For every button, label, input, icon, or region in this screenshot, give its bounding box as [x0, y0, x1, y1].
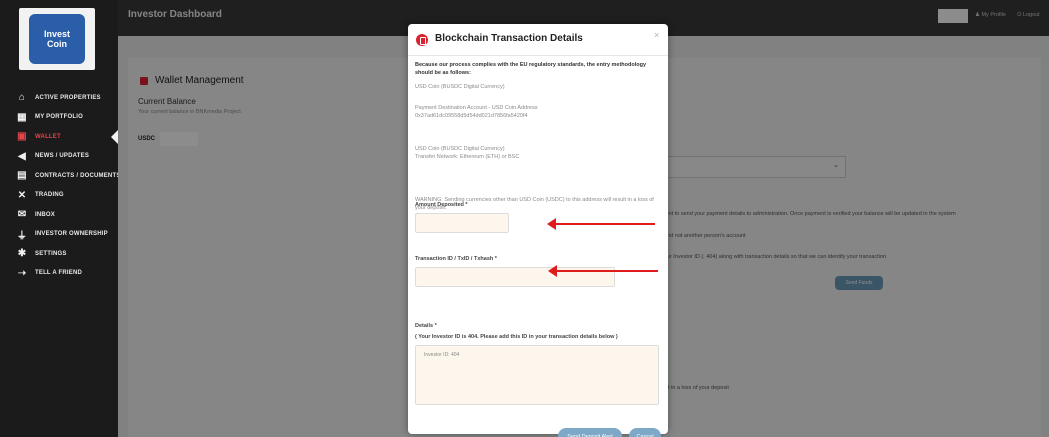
- mail-icon: ✉: [17, 209, 27, 221]
- sidebar: Invest Coin ⌂ Active Properties ▦ My Por…: [0, 0, 121, 437]
- active-caret-icon: [111, 130, 118, 144]
- bank-icon: ⌂: [18, 92, 26, 104]
- lock-icon: [416, 34, 428, 46]
- sidebar-item-label: Wallet: [35, 133, 61, 140]
- sidebar-item-contracts[interactable]: ▤ Contracts / Documents: [0, 166, 121, 186]
- close-icon[interactable]: ×: [654, 30, 659, 40]
- currency-line: USD Coin (BUSDC Digital Currency): [415, 84, 505, 90]
- sidebar-item-label: News / Updates: [35, 153, 90, 160]
- amount-label: Amount Deposited *: [415, 202, 468, 208]
- sidebar-item-label: Contracts / Documents: [35, 172, 121, 179]
- destination-address: 0x37ad61dc09558d5d54dd021d7856fa5420f4: [415, 113, 528, 119]
- sidebar-item-label: Tell a Friend: [35, 270, 83, 277]
- modal-intro: Because our process complies with the EU…: [415, 62, 647, 76]
- plug-icon: ⏚: [16, 230, 28, 242]
- gear-icon: ✱: [17, 248, 27, 260]
- megaphone-icon: ◀: [18, 150, 26, 162]
- sidebar-nav: ⌂ Active Properties ▦ My Portfolio ▣ Wal…: [0, 88, 121, 284]
- details-hint: ( Your Investor ID is 404. Please add th…: [415, 334, 618, 340]
- details-textarea[interactable]: Investor ID: 404: [415, 345, 659, 405]
- modal-title: Blockchain Transaction Details: [435, 33, 583, 44]
- sidebar-item-news[interactable]: ◀ News / Updates: [0, 147, 118, 167]
- sidebar-item-settings[interactable]: ✱ Settings: [0, 244, 118, 264]
- logo-mark: Invest Coin: [29, 14, 85, 64]
- wallet-icon: ▣: [17, 131, 27, 143]
- sidebar-item-wallet[interactable]: ▣ Wallet: [0, 127, 118, 147]
- annotation-arrow-amount: [547, 218, 655, 230]
- amount-deposited-input[interactable]: [415, 213, 509, 233]
- sidebar-item-label: Active Properties: [35, 94, 101, 101]
- blockchain-transaction-modal: Blockchain Transaction Details × Because…: [408, 24, 668, 437]
- cancel-button[interactable]: Cancel: [629, 428, 661, 437]
- sidebar-item-label: Settings: [35, 250, 67, 257]
- grid-icon: ▦: [17, 111, 27, 123]
- sidebar-item-label: Trading: [35, 192, 64, 199]
- sidebar-item-my-portfolio[interactable]: ▦ My Portfolio: [0, 108, 118, 128]
- share-icon: ➝: [17, 267, 27, 279]
- sidebar-item-label: Investor Ownership: [35, 231, 108, 238]
- logo[interactable]: Invest Coin: [19, 8, 95, 70]
- details-value: Investor ID: 404: [424, 352, 460, 358]
- sidebar-item-label: My Portfolio: [35, 114, 83, 121]
- sidebar-item-trading[interactable]: ✕ Trading: [0, 186, 118, 206]
- sidebar-item-label: Inbox: [35, 211, 56, 218]
- modal-header: Blockchain Transaction Details ×: [408, 24, 668, 56]
- send-deposit-alert-button[interactable]: Send Deposit Alert: [558, 428, 622, 437]
- annotation-arrow-txid: [548, 265, 658, 277]
- document-icon: ▤: [17, 170, 27, 182]
- details-label: Details *: [415, 323, 437, 329]
- sidebar-item-inbox[interactable]: ✉ Inbox: [0, 205, 118, 225]
- exchange-icon: ✕: [17, 189, 27, 201]
- sidebar-item-investor-ownership[interactable]: ⏚ Investor Ownership: [0, 225, 118, 245]
- network-line: Transfer Network: Ethereum (ETH) or BSC: [415, 154, 520, 160]
- sidebar-item-active-properties[interactable]: ⌂ Active Properties: [0, 88, 118, 108]
- currency-line-2: USD Coin (BUSDC Digital Currency): [415, 146, 505, 152]
- sidebar-item-tell-a-friend[interactable]: ➝ Tell a Friend: [0, 264, 118, 284]
- txid-label: Transaction ID / TxID / Txhash *: [415, 256, 497, 262]
- destination-label: Payment Destination Account - USD Coin A…: [415, 105, 538, 111]
